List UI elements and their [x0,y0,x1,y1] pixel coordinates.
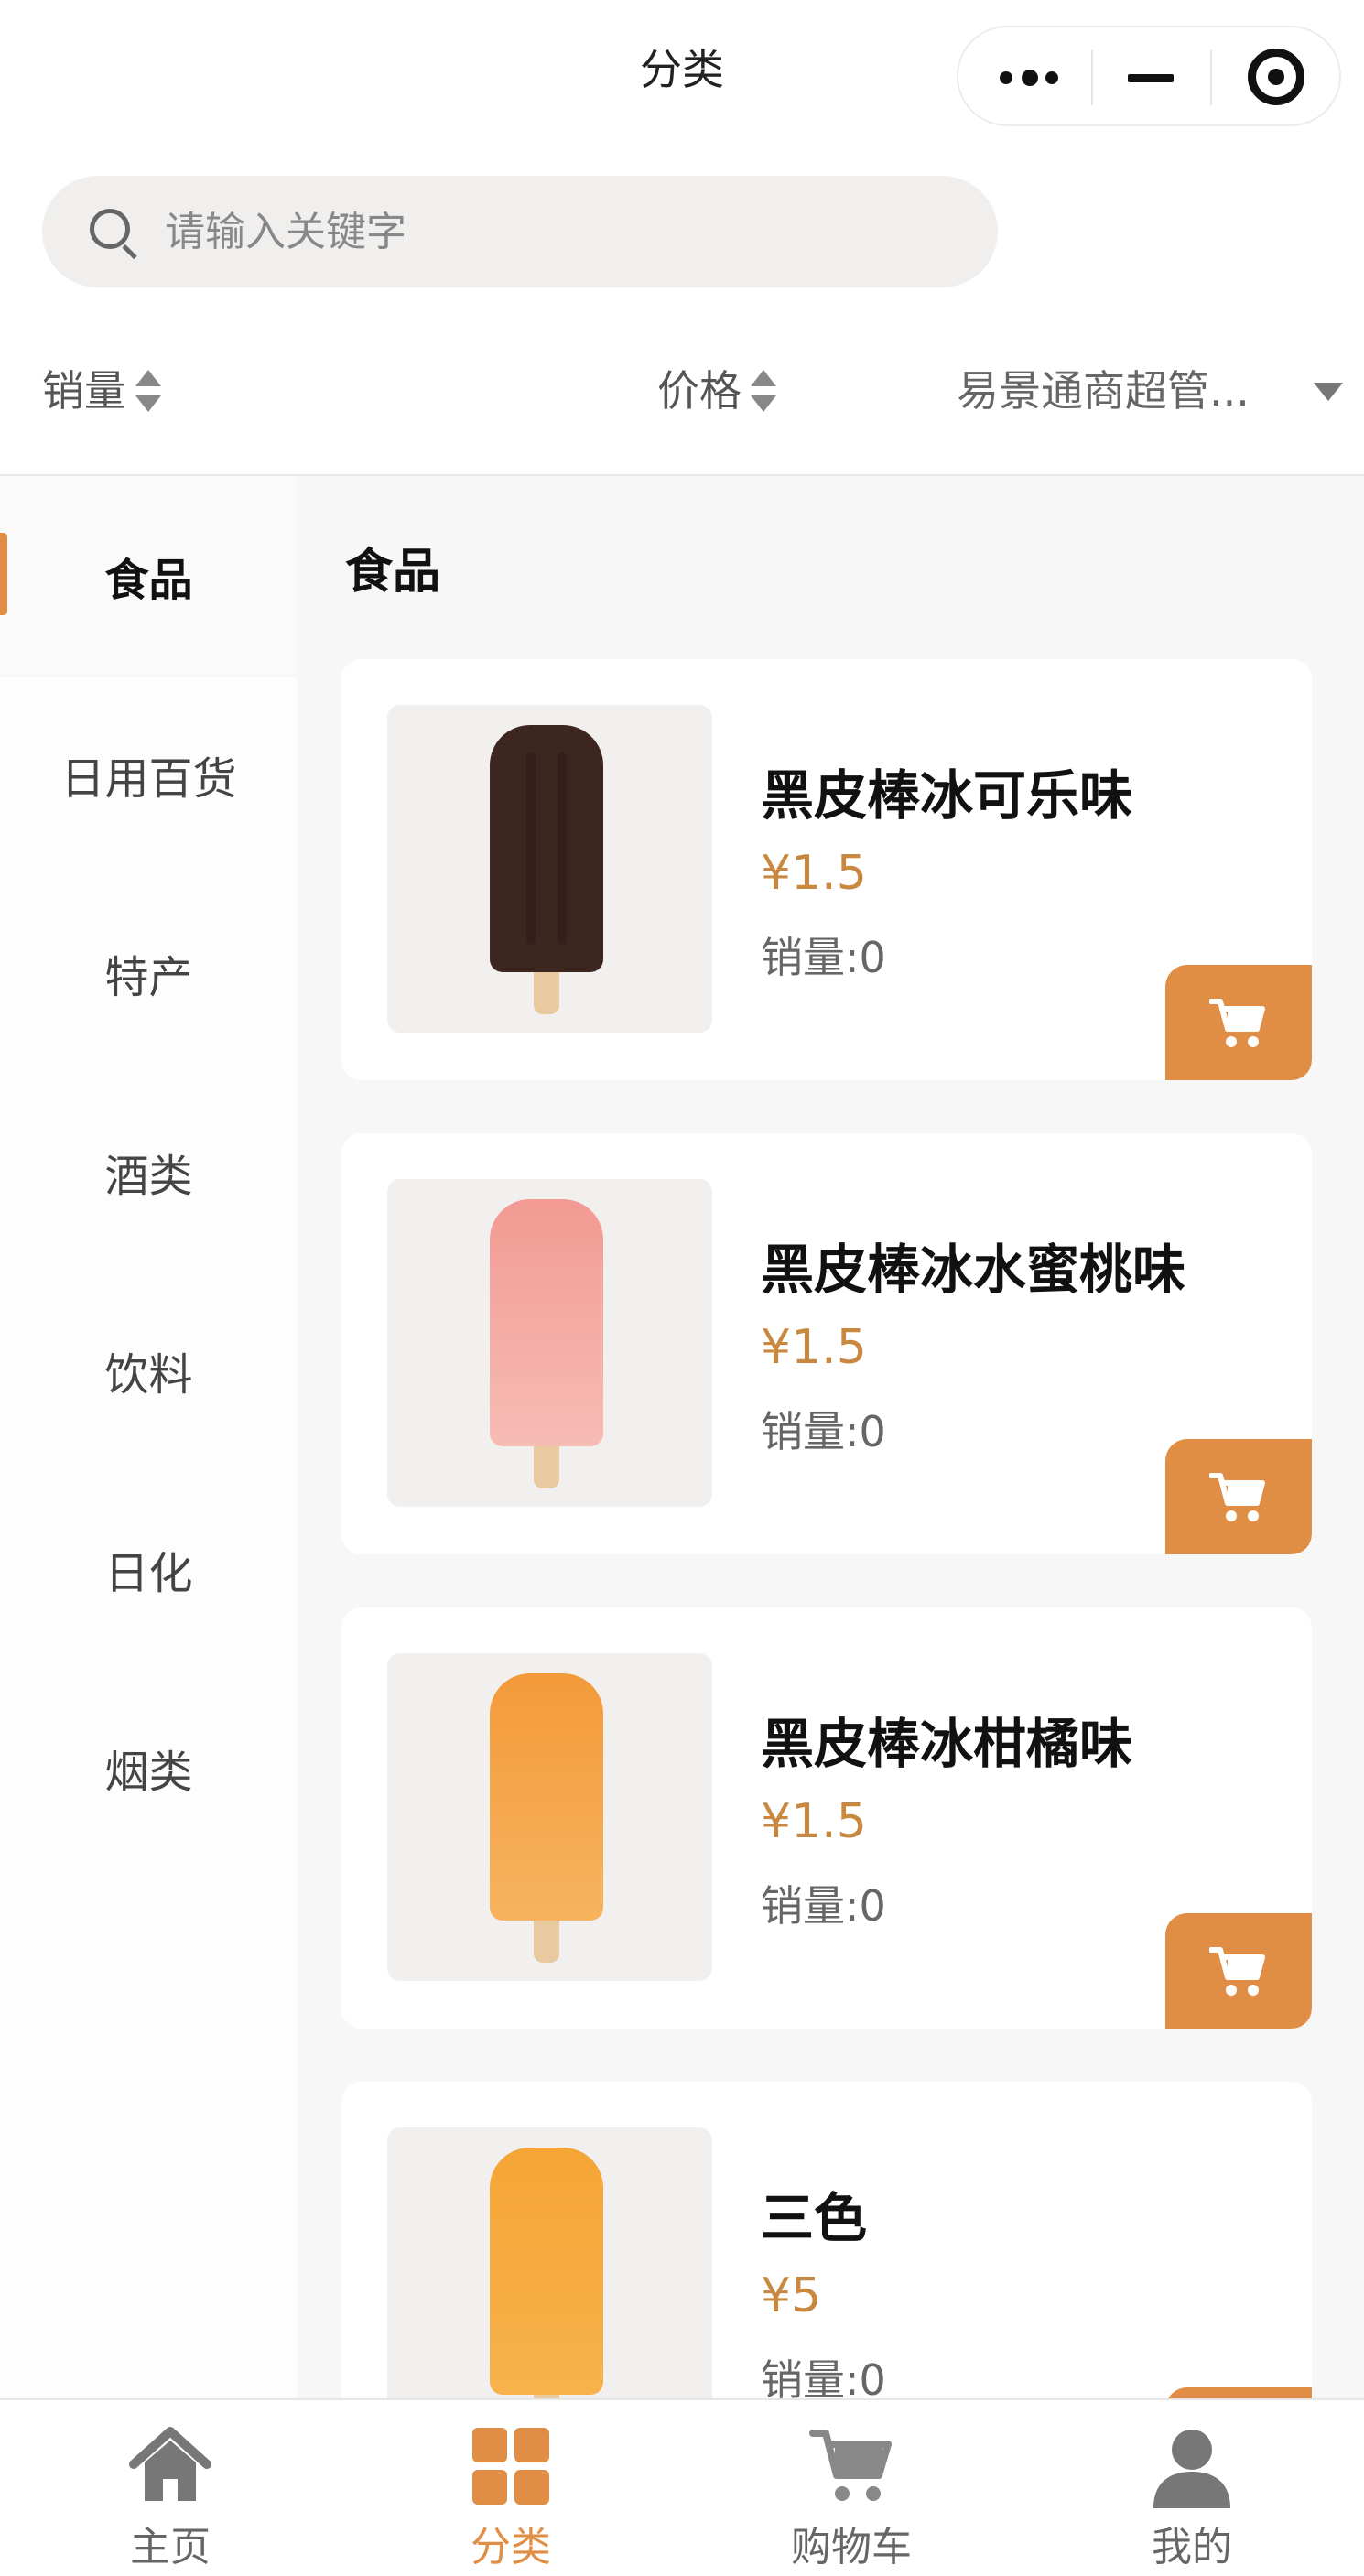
store-label: 易景通商超管... [957,366,1250,416]
sidebar-item-beverage[interactable]: 饮料 [0,1271,298,1467]
product-sales: 销量:0 [761,1881,886,1931]
product-image [387,705,712,1033]
sidebar-item-label: 日用百货 [60,753,237,805]
sort-arrows-icon [751,369,778,412]
sidebar-item-label: 烟类 [104,1747,193,1798]
product-name: 黑皮棒冰水蜜桃味 [761,1239,1186,1301]
product-card[interactable]: 黑皮棒冰可乐味 ¥1.5 销量:0 [341,659,1312,1080]
sidebar-item-daily-goods[interactable]: 日用百货 [0,675,298,871]
popsicle-image [490,1199,603,1446]
cart-icon [1209,1473,1265,1521]
product-card[interactable]: 黑皮棒冰柑橘味 ¥1.5 销量:0 [341,1607,1312,2029]
cart-icon [809,2430,892,2501]
sort-by-sales[interactable]: 销量 [42,359,163,423]
sidebar-item-food[interactable]: 食品 [0,476,298,673]
product-price: ¥1.5 [761,1794,867,1849]
category-icon [472,2428,549,2505]
product-price: ¥1.5 [761,1320,867,1375]
product-image [387,1653,712,1981]
tab-label: 主页 [130,2524,211,2571]
store-selector[interactable]: 易景通商超管... [957,359,1343,423]
sidebar-item-label: 饮料 [104,1349,193,1401]
product-sales: 销量:0 [761,933,886,982]
sidebar-item-toiletries[interactable]: 日化 [0,1469,298,1666]
tab-label: 我的 [1152,2524,1232,2571]
popsicle-image [490,1673,603,1921]
tab-bar: 主页 分类 购物车 我的 [0,2398,1364,2576]
sidebar-item-tobacco[interactable]: 烟类 [0,1668,298,1865]
sidebar-item-liquor[interactable]: 酒类 [0,1072,298,1269]
search-section [0,146,1364,311]
sidebar-item-label: 日化 [104,1548,193,1599]
sidebar-item-label: 食品 [104,555,193,606]
add-to-cart-button[interactable] [1165,1439,1312,1554]
search-input[interactable] [165,200,970,264]
add-to-cart-button[interactable] [1165,2387,1312,2398]
more-icon[interactable] [1000,70,1073,86]
sidebar-item-label: 酒类 [104,1151,193,1202]
tab-category[interactable]: 分类 [341,2400,681,2576]
tab-cart[interactable]: 购物车 [681,2400,1022,2576]
product-list: 食品 黑皮棒冰可乐味 ¥1.5 销量:0 黑皮棒冰水蜜桃味 ¥1.5 销量:0 [298,476,1364,2398]
sort-arrows-icon [135,369,163,412]
sidebar-item-label: 特产 [104,952,193,1003]
cart-icon [1209,999,1265,1047]
search-icon [90,209,130,249]
dropdown-arrow-icon [1314,383,1343,401]
product-sales: 销量:0 [761,2355,886,2398]
navigation-bar: 分类 [0,0,1364,146]
product-name: 黑皮棒冰可乐味 [761,764,1133,827]
tab-profile[interactable]: 我的 [1022,2400,1362,2576]
product-card[interactable]: 三色 ¥5 销量:0 [341,2082,1312,2398]
tab-label: 购物车 [791,2524,912,2571]
add-to-cart-button[interactable] [1165,965,1312,1080]
popsicle-image [490,725,603,972]
sidebar-item-specialty[interactable]: 特产 [0,873,298,1070]
minimize-icon[interactable] [1128,74,1174,82]
sort-price-label: 价格 [657,366,742,416]
sort-by-price[interactable]: 价格 [657,359,778,423]
popsicle-image [490,2148,603,2395]
cart-icon [1209,1947,1265,1996]
tab-label: 分类 [471,2524,551,2571]
product-name: 黑皮棒冰柑橘味 [761,1713,1133,1775]
product-image [387,1179,712,1507]
sort-bar: 销量 价格 易景通商超管... [0,311,1364,476]
product-price: ¥5 [761,2268,822,2323]
tab-home[interactable]: 主页 [0,2400,341,2576]
search-bar[interactable] [42,176,998,287]
category-sidebar: 食品 日用百货 特产 酒类 饮料 日化 烟类 [0,476,298,2398]
category-title: 食品 [345,545,441,600]
sort-sales-label: 销量 [42,366,126,416]
home-icon [129,2427,211,2501]
product-card[interactable]: 黑皮棒冰水蜜桃味 ¥1.5 销量:0 [341,1133,1312,1554]
product-image [387,2127,712,2398]
product-price: ¥1.5 [761,846,867,901]
close-target-icon[interactable] [1248,49,1304,105]
add-to-cart-button[interactable] [1165,1913,1312,2029]
user-icon [1153,2430,1230,2508]
mini-program-capsule [957,26,1341,126]
product-sales: 销量:0 [761,1407,886,1456]
product-name: 三色 [761,2187,868,2249]
